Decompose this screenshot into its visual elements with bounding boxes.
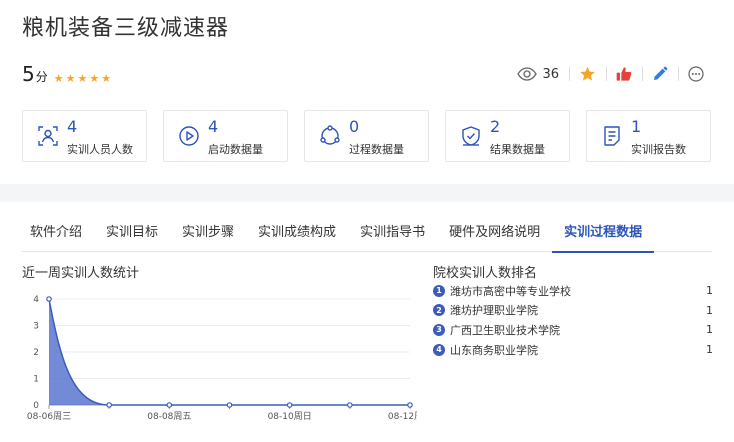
trainee-count: 1 <box>706 343 713 357</box>
data-point <box>286 402 293 408</box>
like-button[interactable] <box>606 64 642 84</box>
ranking-item: 1 潍坊市高密中等专业学校 1 <box>433 281 713 301</box>
stat-card-starts: 4 启动数据量 <box>163 110 288 162</box>
action-bar: 36 <box>507 64 714 84</box>
ranking-item: 4 山东商务职业学院 1 <box>433 340 713 360</box>
stat-card-results: 2 结果数据量 <box>445 110 570 162</box>
stat-card-trainees: 4 实训人员人数 <box>22 110 147 162</box>
tab-process-data[interactable]: 实训过程数据 <box>552 214 655 253</box>
ranking-list: 1 潍坊市高密中等专业学校 1 2 潍坊护理职业学院 1 3 广西卫生职业技术学… <box>433 281 713 359</box>
star-icon: ★ <box>101 72 112 85</box>
views-indicator: 36 <box>507 64 569 84</box>
school-name: 潍坊护理职业学院 <box>450 304 538 318</box>
pencil-icon <box>654 66 668 80</box>
favorite-button[interactable] <box>569 64 606 84</box>
y-tick-label: 4 <box>33 295 39 305</box>
section-divider <box>0 184 734 202</box>
stat-label: 过程数据量 <box>349 143 404 156</box>
more-icon <box>688 66 704 82</box>
weekly-trainee-chart: 0 1 2 3 4 08-06周三 08-08周五 08-10周日 08-12周二 <box>27 295 417 422</box>
stat-value: 2 <box>490 117 501 136</box>
stats-row: 4 实训人员人数 4 启动数据量 0 过程数据量 2 结果数据量 1 实训报告数 <box>22 110 711 162</box>
stat-label: 实训人员人数 <box>67 143 133 156</box>
tab-training-goals[interactable]: 实训目标 <box>94 214 170 252</box>
process-cycle-icon <box>320 125 340 145</box>
eye-icon <box>517 67 538 81</box>
x-tick-label: 08-08周五 <box>147 411 191 422</box>
course-header-card: 粮机装备三级减速器 5 分 ★ ★ ★ ★ ★ 36 4 实训人员人数 4 启动… <box>0 0 734 184</box>
data-point <box>46 296 52 302</box>
school-name: 广西卫生职业技术学院 <box>450 323 560 337</box>
data-point <box>407 402 413 408</box>
weekly-chart-title: 近一周实训人数统计 <box>22 266 140 281</box>
trainee-count: 1 <box>706 303 713 317</box>
tab-training-steps[interactable]: 实训步骤 <box>170 214 246 252</box>
rank-badge: 3 <box>433 323 445 336</box>
tab-grade-composition[interactable]: 实训成绩构成 <box>246 214 348 252</box>
school-name: 潍坊市高密中等专业学校 <box>450 284 571 298</box>
data-point <box>347 402 353 408</box>
views-count: 36 <box>542 66 559 82</box>
y-tick-label: 1 <box>33 375 39 385</box>
ranking-item: 2 潍坊护理职业学院 1 <box>433 301 713 321</box>
trainee-count: 1 <box>706 284 713 298</box>
star-icon: ★ <box>65 72 76 85</box>
stat-value: 0 <box>349 117 360 136</box>
star-icon: ★ <box>77 72 88 85</box>
y-tick-label: 2 <box>33 348 39 358</box>
stat-value: 4 <box>67 117 78 136</box>
tab-guide-book[interactable]: 实训指导书 <box>348 214 437 252</box>
more-button[interactable] <box>678 64 714 84</box>
tab-software-intro[interactable]: 软件介绍 <box>22 214 94 252</box>
rating-score: 5 分 ★ ★ ★ ★ ★ <box>22 62 111 86</box>
stat-value: 4 <box>208 117 219 136</box>
score-unit: 分 <box>35 70 48 84</box>
trainee-count: 1 <box>706 323 713 337</box>
edit-button[interactable] <box>642 64 678 84</box>
x-tick-label: 08-12周二 <box>388 411 417 422</box>
star-icon: ★ <box>53 72 64 85</box>
score-value: 5 <box>22 62 35 86</box>
x-tick-label: 08-06周三 <box>27 411 71 422</box>
y-tick-label: 0 <box>33 401 39 411</box>
rank-badge: 2 <box>433 304 445 317</box>
stat-label: 实训报告数 <box>631 143 686 156</box>
stat-label: 结果数据量 <box>490 143 545 156</box>
tab-bar: 软件介绍 实训目标 实训步骤 实训成绩构成 实训指导书 硬件及网络说明 实训过程… <box>22 214 712 253</box>
stat-card-reports: 1 实训报告数 <box>586 110 711 162</box>
star-icon: ★ <box>89 72 100 85</box>
star-rating: ★ ★ ★ ★ ★ <box>54 73 111 84</box>
stat-value: 1 <box>631 117 642 136</box>
report-icon <box>604 126 620 146</box>
result-check-icon <box>462 126 480 146</box>
data-point <box>166 402 173 408</box>
tab-hardware-network[interactable]: 硬件及网络说明 <box>437 214 552 252</box>
play-icon <box>179 126 199 146</box>
y-tick-label: 3 <box>33 322 39 332</box>
stat-label: 启动数据量 <box>208 143 263 156</box>
data-point <box>226 402 233 408</box>
rank-badge: 4 <box>433 343 445 356</box>
thumbs-up-icon <box>616 67 632 81</box>
stat-card-process: 0 过程数据量 <box>304 110 429 162</box>
ranking-title: 院校实训人数排名 <box>433 266 538 281</box>
users-icon <box>38 126 58 146</box>
ranking-item: 3 广西卫生职业技术学院 1 <box>433 320 713 340</box>
school-name: 山东商务职业学院 <box>450 343 538 357</box>
star-icon <box>580 66 595 81</box>
page-title: 粮机装备三级减速器 <box>22 16 230 41</box>
rank-badge: 1 <box>433 284 445 297</box>
data-point <box>106 402 112 408</box>
x-tick-label: 08-10周日 <box>268 411 312 422</box>
